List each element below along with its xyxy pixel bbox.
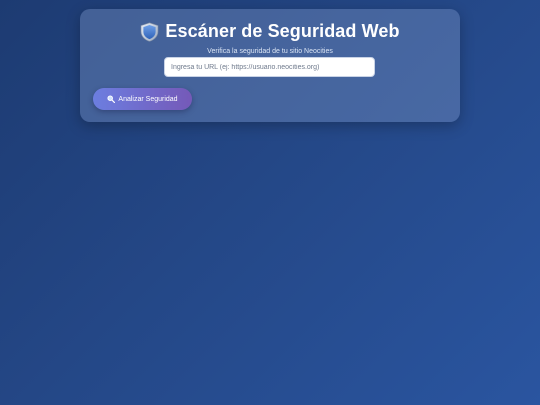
shield-icon (140, 21, 159, 42)
analyze-security-button[interactable]: Analizar Seguridad (93, 88, 192, 110)
scanner-card: Escáner de Seguridad Web Verifica la seg… (80, 9, 460, 122)
header: Escáner de Seguridad Web (80, 21, 460, 42)
page-subtitle: Verifica la seguridad de tu sitio Neocit… (207, 48, 333, 55)
url-input[interactable] (164, 57, 375, 77)
page-title: Escáner de Seguridad Web (165, 21, 400, 41)
magnifier-icon (107, 95, 116, 104)
analyze-security-button-label: Analizar Seguridad (118, 95, 178, 103)
